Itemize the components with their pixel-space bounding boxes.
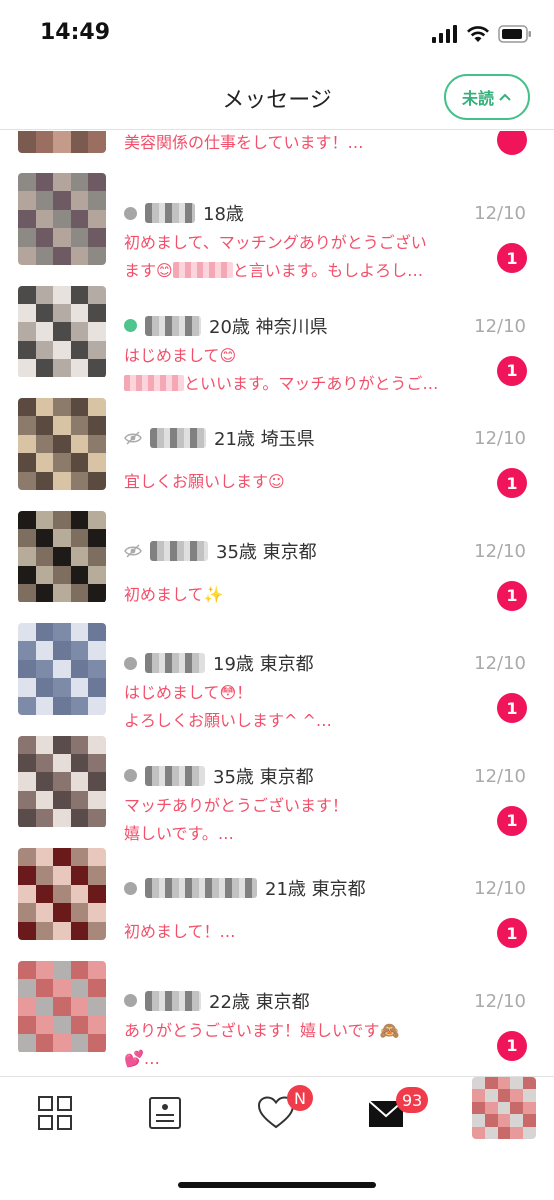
message-row[interactable]: 19歳 東京都 12/10 はじめまして😳！ よろしくお願いします^ ^… 1 [0, 603, 554, 730]
profile-line: 35歳 東京都 [124, 539, 317, 563]
avatar [18, 960, 106, 1053]
avatar [18, 173, 106, 265]
battery-icon [498, 25, 531, 43]
profile-line: 21歳 東京都 [124, 876, 366, 900]
profile-line: 35歳 東京都 [124, 764, 314, 788]
message-preview: ありがとうございます！嬉しいです🙈 💕… [124, 1017, 464, 1073]
profile-line: 22歳 東京都 [124, 989, 310, 1013]
tab-bar: N 93 [0, 1076, 554, 1200]
profile-age-location: 18歳 [203, 204, 244, 225]
tab-search[interactable] [37, 1095, 77, 1135]
profile-age-location: 22歳 東京都 [209, 991, 310, 1013]
message-date: 12/10 [474, 878, 526, 899]
profile-list-icon [149, 1097, 181, 1129]
message-row[interactable]: 21歳 埼玉県 12/10 宜しくお願いします☺ 1 [0, 378, 554, 498]
message-row[interactable]: 21歳 東京都 12/10 初めまして！… 1 [0, 828, 554, 948]
message-preview-line: はじめまして😳！ [124, 683, 253, 702]
online-status-dot [124, 994, 137, 1007]
message-row[interactable]: 18歳 12/10 初めまして、マッチングありがとうござい ます😊 と言います。もしよろ… [0, 153, 554, 280]
tab-board[interactable] [148, 1095, 188, 1135]
profile-age-location: 20歳 神奈川県 [209, 316, 328, 338]
avatar [18, 131, 106, 153]
unread-count-badge [497, 131, 527, 155]
blurred-nickname [145, 765, 205, 786]
avatar [18, 510, 106, 603]
profile-line: 18歳 [124, 201, 244, 225]
avatar [18, 848, 106, 940]
online-status-dot [124, 881, 137, 895]
message-row[interactable]: 35歳 東京都 12/10 マッチありがとうございます！ 嬉しいです。… 1 [0, 716, 554, 843]
online-status-dot [124, 656, 137, 670]
profile-age-location: 35歳 東京都 [213, 766, 314, 788]
blurred-nickname [145, 653, 205, 673]
profile-age-location: 21歳 東京都 [265, 879, 366, 900]
online-status-dot [124, 206, 137, 220]
home-indicator [178, 1182, 376, 1188]
blurred-nickname [145, 990, 201, 1011]
avatar [18, 285, 106, 378]
unread-filter-label: 未読 [461, 89, 494, 108]
avatar [472, 1077, 536, 1139]
message-preview-line: 💕… [124, 1048, 160, 1068]
blurred-nickname [145, 203, 195, 223]
message-preview-line: 初めまして、マッチングありがとうござい [124, 233, 427, 252]
tab-mypage[interactable] [472, 1077, 536, 1139]
message-date: 12/10 [474, 540, 526, 562]
eye-off-icon [124, 431, 142, 445]
message-date: 12/10 [474, 203, 526, 224]
profile-age-location: 19歳 東京都 [213, 654, 314, 675]
message-preview-line: はじめまして😊 [124, 345, 237, 365]
avatar [18, 735, 106, 828]
profile-line: 20歳 神奈川県 [124, 314, 328, 338]
message-preview-line: マッチありがとうございます！ [124, 795, 349, 815]
status-bar: 14:49 [0, 0, 554, 66]
blurred-nickname [145, 878, 257, 898]
tab-likes[interactable]: N [257, 1085, 313, 1135]
message-preview-line: ありがとうございます！嬉しいです🙈 [124, 1020, 400, 1040]
unread-count-badge: 1 [497, 1030, 527, 1061]
signal-icon [432, 25, 457, 43]
online-status-dot [124, 319, 137, 332]
messages-badge: 93 [396, 1087, 429, 1113]
message-date: 12/10 [474, 428, 526, 449]
profile-line: 21歳 埼玉県 [124, 426, 315, 450]
profile-age-location: 35歳 東京都 [216, 541, 317, 563]
eye-off-icon [124, 544, 142, 557]
header: メッセージ 未読 [0, 66, 554, 130]
message-date: 12/10 [474, 765, 526, 787]
wifi-icon [467, 26, 489, 42]
message-row-partial[interactable]: 美容関係の仕事をしています！… [0, 131, 554, 155]
message-date: 12/10 [474, 990, 526, 1012]
status-icons [432, 22, 532, 46]
blurred-nickname [150, 540, 208, 561]
likes-badge: N [287, 1085, 313, 1111]
message-row[interactable]: 22歳 東京都 12/10 ありがとうございます！嬉しいです🙈 💕… 1 [0, 941, 554, 1068]
avatar [18, 623, 106, 715]
tab-messages[interactable]: 93 [368, 1087, 429, 1135]
message-row[interactable]: 20歳 神奈川県 12/10 はじめまして😊 といいます。マッチありがとうご… 1 [0, 266, 554, 393]
unread-filter-button[interactable]: 未読 [444, 74, 530, 120]
status-time: 14:49 [40, 20, 111, 45]
chevron-up-icon [499, 93, 511, 101]
grid-icon [38, 1096, 72, 1130]
message-list[interactable]: 美容関係の仕事をしています！… 18歳 12/10 初めまして、マッチングありがとう… [0, 131, 554, 1076]
message-row[interactable]: 35歳 東京都 12/10 初めまして✨ 1 [0, 491, 554, 611]
profile-age-location: 21歳 埼玉県 [214, 429, 315, 450]
avatar [18, 398, 106, 490]
profile-line: 19歳 東京都 [124, 651, 314, 675]
message-date: 12/10 [474, 315, 526, 337]
message-date: 12/10 [474, 653, 526, 674]
blurred-nickname [145, 315, 201, 336]
blurred-nickname [150, 428, 206, 448]
online-status-dot [124, 769, 137, 782]
